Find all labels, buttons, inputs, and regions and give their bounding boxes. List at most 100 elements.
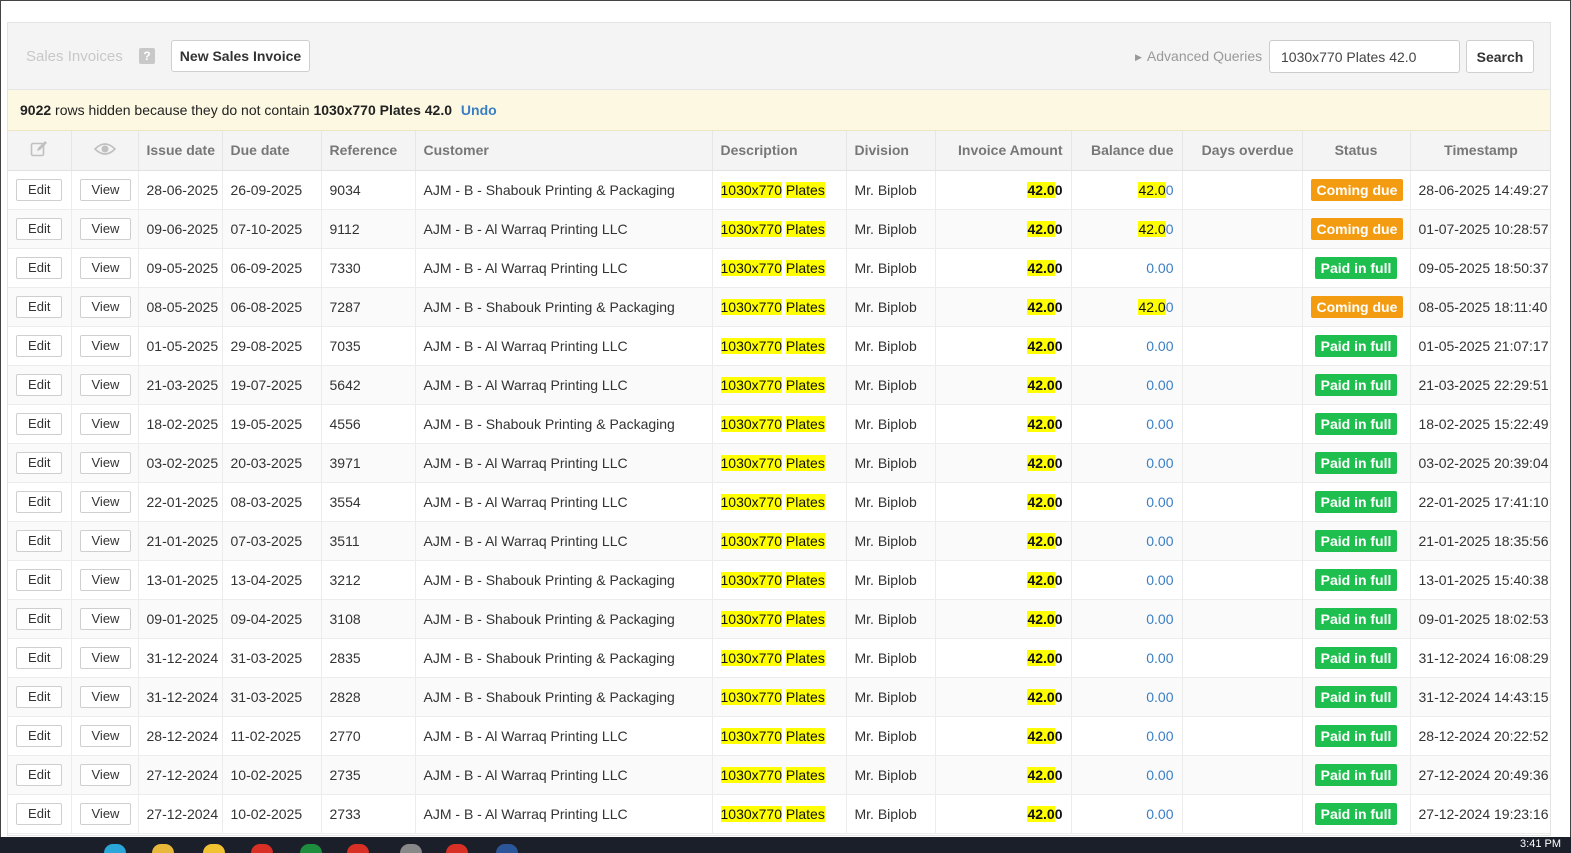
view-button[interactable]: View — [79, 334, 132, 357]
view-button[interactable]: View — [79, 685, 132, 708]
table-row[interactable]: Edit View 09-05-2025 06-09-2025 7330 AJM… — [8, 248, 1550, 288]
view-button[interactable]: View — [79, 256, 132, 279]
issue-date-cell: 27-12-2024 — [138, 755, 223, 795]
invoice-amount-value: 42.00 — [1027, 493, 1063, 510]
timestamp-cell: 01-05-2025 21:07:17 — [1410, 326, 1550, 366]
col-division[interactable]: Division — [846, 131, 936, 171]
edit-button[interactable]: Edit — [16, 607, 63, 630]
table-row[interactable]: Edit View 22-01-2025 08-03-2025 3554 AJM… — [8, 482, 1550, 522]
reference-cell: 7330 — [321, 248, 416, 288]
division-cell: Mr. Biplob — [846, 599, 936, 639]
table-row[interactable]: Edit View 21-03-2025 19-07-2025 5642 AJM… — [8, 365, 1550, 405]
col-invoice-amount[interactable]: Invoice Amount — [935, 131, 1072, 171]
edit-button[interactable]: Edit — [16, 568, 63, 591]
advanced-queries-toggle[interactable]: ▶ Advanced Queries — [1135, 48, 1262, 64]
col-due-date[interactable]: Due date — [222, 131, 322, 171]
col-reference[interactable]: Reference — [321, 131, 416, 171]
col-description[interactable]: Description — [712, 131, 847, 171]
view-button[interactable]: View — [79, 529, 132, 552]
timestamp-cell: 31-12-2024 16:08:29 — [1410, 638, 1550, 678]
view-button[interactable]: View — [79, 295, 132, 318]
table-row[interactable]: Edit View 28-06-2025 26-09-2025 9034 AJM… — [8, 170, 1550, 210]
due-date-cell: 19-07-2025 — [222, 365, 322, 405]
table-row[interactable]: Edit View 09-01-2025 09-04-2025 3108 AJM… — [8, 599, 1550, 639]
reference-cell: 5642 — [321, 365, 416, 405]
edit-button[interactable]: Edit — [16, 295, 63, 318]
col-customer[interactable]: Customer — [415, 131, 713, 171]
table-row[interactable]: Edit View 31-12-2024 31-03-2025 2828 AJM… — [8, 677, 1550, 717]
issue-date-cell: 28-06-2025 — [138, 170, 223, 210]
col-issue-date[interactable]: Issue date — [138, 131, 223, 171]
view-button[interactable]: View — [79, 178, 132, 201]
search-button[interactable]: Search — [1466, 40, 1534, 73]
edit-button[interactable]: Edit — [16, 529, 63, 552]
filter-notice: 9022 rows hidden because they do not con… — [8, 90, 1550, 131]
status-badge: Paid in full — [1314, 685, 1398, 708]
edit-button[interactable]: Edit — [16, 334, 63, 357]
view-button[interactable]: View — [79, 646, 132, 669]
table-row[interactable]: Edit View 21-01-2025 07-03-2025 3511 AJM… — [8, 521, 1550, 561]
description-cell: 1030x770 Plates — [712, 404, 847, 444]
customer-cell: AJM - B - Al Warraq Printing LLC — [415, 326, 713, 366]
table-row[interactable]: Edit View 01-05-2025 29-08-2025 7035 AJM… — [8, 326, 1550, 366]
invoice-amount-cell: 42.00 — [935, 404, 1072, 444]
edit-button[interactable]: Edit — [16, 724, 63, 747]
app-icon[interactable] — [104, 844, 126, 853]
edit-button[interactable]: Edit — [16, 412, 63, 435]
col-balance-due[interactable]: Balance due — [1071, 131, 1183, 171]
folder-icon[interactable] — [152, 844, 174, 853]
table-row[interactable]: Edit View 13-01-2025 13-04-2025 3212 AJM… — [8, 560, 1550, 600]
view-button[interactable]: View — [79, 607, 132, 630]
search-input[interactable] — [1269, 40, 1460, 73]
table-row[interactable]: Edit View 31-12-2024 31-03-2025 2835 AJM… — [8, 638, 1550, 678]
balance-due-cell: 0.00 — [1071, 248, 1183, 288]
view-button[interactable]: View — [79, 412, 132, 435]
edit-cell: Edit — [8, 638, 72, 678]
app-icon[interactable] — [203, 844, 225, 853]
edit-button[interactable]: Edit — [16, 178, 63, 201]
table-row[interactable]: Edit View 28-12-2024 11-02-2025 2770 AJM… — [8, 716, 1550, 756]
status-badge: Paid in full — [1314, 802, 1398, 825]
edit-button[interactable]: Edit — [16, 256, 63, 279]
edit-button[interactable]: Edit — [16, 373, 63, 396]
view-button[interactable]: View — [79, 373, 132, 396]
edit-button[interactable]: Edit — [16, 763, 63, 786]
status-cell: Paid in full — [1302, 365, 1411, 405]
invoice-amount-value: 42.00 — [1027, 454, 1063, 471]
browser-icon[interactable] — [251, 844, 273, 853]
app-icon[interactable] — [400, 844, 422, 853]
edit-button[interactable]: Edit — [16, 490, 63, 513]
undo-link[interactable]: Undo — [461, 102, 497, 118]
table-row[interactable]: Edit View 09-06-2025 07-10-2025 9112 AJM… — [8, 209, 1550, 249]
edit-button[interactable]: Edit — [16, 646, 63, 669]
help-icon[interactable]: ? — [139, 48, 155, 64]
balance-value: 0.00 — [1146, 337, 1174, 354]
view-button[interactable]: View — [79, 490, 132, 513]
view-button[interactable]: View — [79, 724, 132, 747]
table-row[interactable]: Edit View 08-05-2025 06-08-2025 7287 AJM… — [8, 287, 1550, 327]
edit-button[interactable]: Edit — [16, 217, 63, 240]
col-timestamp[interactable]: Timestamp — [1410, 131, 1550, 171]
table-row[interactable]: Edit View 27-12-2024 10-02-2025 2733 AJM… — [8, 794, 1550, 834]
document-icon[interactable] — [496, 844, 518, 853]
spreadsheet-icon[interactable] — [300, 844, 322, 853]
new-sales-invoice-button[interactable]: New Sales Invoice — [171, 40, 310, 72]
edit-button[interactable]: Edit — [16, 451, 63, 474]
view-button[interactable]: View — [79, 568, 132, 591]
view-button[interactable]: View — [79, 217, 132, 240]
view-button[interactable]: View — [79, 802, 132, 825]
table-row[interactable]: Edit View 03-02-2025 20-03-2025 3971 AJM… — [8, 443, 1550, 483]
view-button[interactable]: View — [79, 451, 132, 474]
col-status[interactable]: Status — [1302, 131, 1411, 171]
col-days-overdue[interactable]: Days overdue — [1182, 131, 1303, 171]
table-row[interactable]: Edit View 27-12-2024 10-02-2025 2735 AJM… — [8, 755, 1550, 795]
edit-button[interactable]: Edit — [16, 685, 63, 708]
view-button[interactable]: View — [79, 763, 132, 786]
balance-value: 0.00 — [1146, 805, 1174, 822]
pdf-icon[interactable] — [347, 844, 369, 853]
edit-button[interactable]: Edit — [16, 802, 63, 825]
table-row[interactable]: Edit View 18-02-2025 19-05-2025 4556 AJM… — [8, 404, 1550, 444]
view-cell: View — [71, 209, 139, 249]
browser-icon[interactable] — [446, 844, 468, 853]
timestamp-cell: 22-01-2025 17:41:10 — [1410, 482, 1550, 522]
